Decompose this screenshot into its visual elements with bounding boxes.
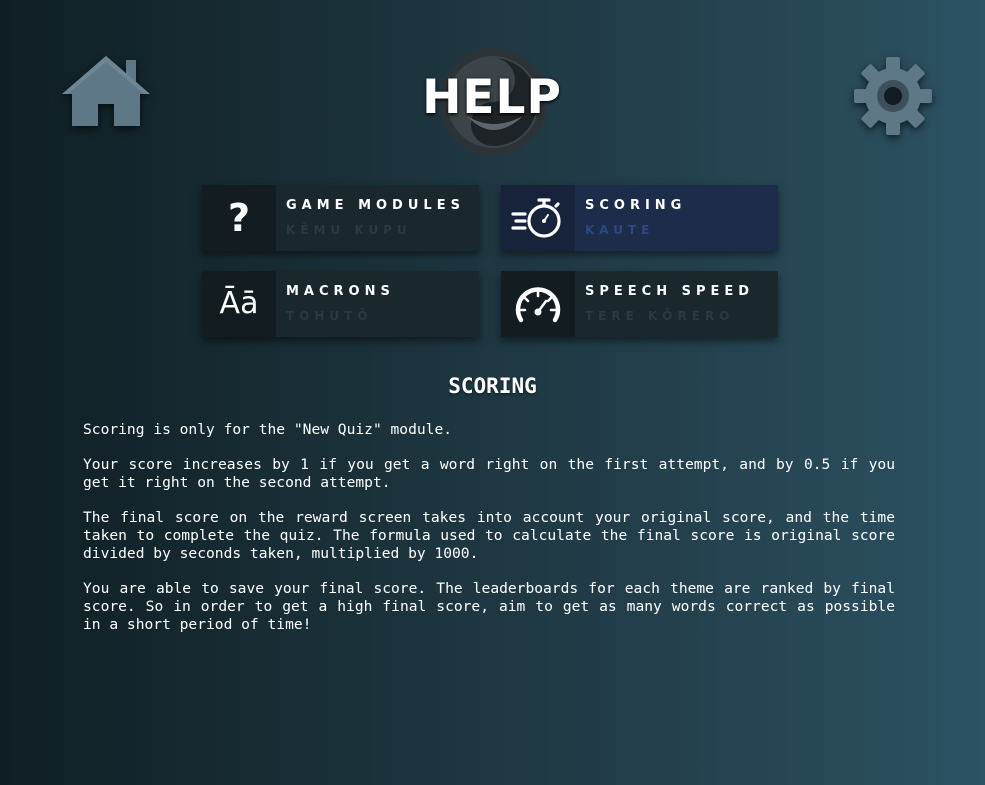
macron-text-icon: Āā: [219, 286, 259, 321]
tile-icon-box: [501, 271, 575, 337]
home-icon: [62, 56, 150, 126]
tile-game-modules[interactable]: ? GAME MODULES KĒMU KUPU: [202, 185, 479, 251]
tile-title: MACRONS: [286, 284, 395, 299]
speedometer-icon: [515, 287, 561, 323]
home-button[interactable]: [60, 52, 152, 134]
tile-title: SPEECH SPEED: [585, 284, 755, 299]
question-mark-icon: ?: [227, 196, 251, 240]
tile-title: GAME MODULES: [286, 198, 465, 213]
tile-icon-box: [501, 185, 575, 251]
tile-subtitle: TERE KŌRERO: [585, 309, 735, 323]
help-paragraph: The final score on the reward screen tak…: [83, 509, 895, 562]
tile-icon-box: Āā: [202, 271, 276, 337]
tile-macrons[interactable]: Āā MACRONS TOHUTŌ: [202, 271, 479, 337]
help-paragraph: Your score increases by 1 if you get a w…: [83, 456, 895, 491]
help-paragraph: You are able to save your final score. T…: [83, 580, 895, 633]
tile-icon-box: ?: [202, 185, 276, 251]
tile-speech-speed[interactable]: SPEECH SPEED TERE KŌRERO: [501, 271, 778, 337]
stopwatch-icon: [511, 198, 561, 238]
tile-title: SCORING: [585, 198, 687, 213]
help-content: Scoring is only for the "New Quiz" modul…: [83, 421, 895, 651]
help-paragraph: Scoring is only for the "New Quiz" modul…: [83, 421, 453, 438]
tile-subtitle: KAUTE: [585, 223, 655, 237]
settings-button[interactable]: [852, 55, 934, 137]
tile-scoring[interactable]: SCORING KAUTE: [501, 185, 778, 251]
page-title: HELP: [422, 70, 562, 125]
tile-subtitle: KĒMU KUPU: [286, 223, 412, 237]
section-heading: SCORING: [448, 374, 537, 398]
tile-subtitle: TOHUTŌ: [286, 309, 373, 323]
gear-icon: [854, 57, 932, 135]
